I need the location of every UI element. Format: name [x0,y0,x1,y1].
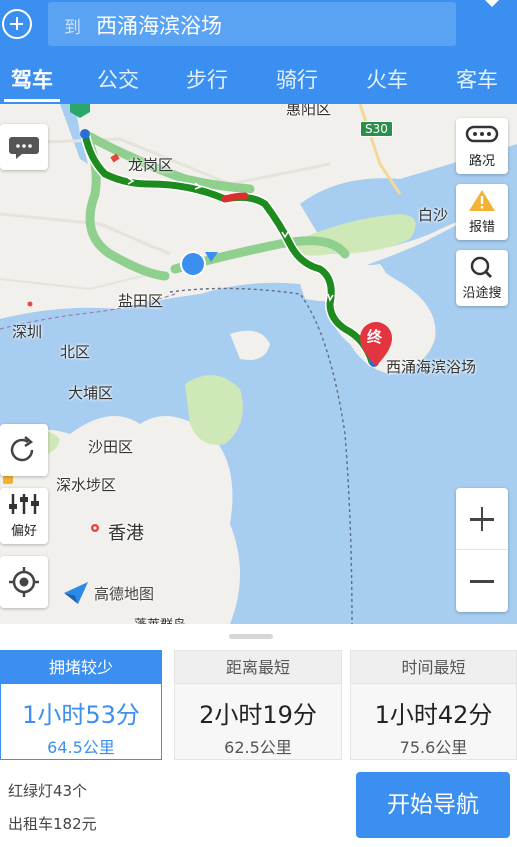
label-dapu: 大埔区 [68,384,114,402]
amap-logo-text: 高德地图 [94,585,155,603]
report-button[interactable]: 报错 [456,184,508,240]
label-bottom-cut: 蓬莱群岛 [134,614,186,624]
tab-coach[interactable]: 客车 [445,58,509,102]
label-shenzhen: 深圳 [12,323,43,341]
zoom-out-button[interactable] [456,550,508,612]
add-waypoint-icon[interactable] [2,9,32,39]
tab-walk[interactable]: 步行 [175,58,239,102]
refresh-button[interactable] [0,424,48,476]
search-along-label: 沿途搜 [462,286,502,301]
tab-bus[interactable]: 公交 [86,58,150,102]
label-yantian: 盐田区 [118,292,164,310]
message-button[interactable] [0,124,48,170]
route-panel: 拥堵较少 1小时53分 64.5公里 距离最短 2小时19分 62.5公里 时间… [0,624,517,847]
destination-prefix: 到 [64,18,81,38]
route-option-label: 距离最短 [175,651,341,684]
traffic-label: 路况 [468,154,495,169]
chat-bubble-icon [9,137,39,159]
route-option-distance: 62.5公里 [224,738,292,757]
label-shenshuibu: 深水埗区 [56,476,117,494]
end-marker-label: 终 [367,328,383,346]
zoom-in-button[interactable] [456,488,508,550]
route-option-distance: 64.5公里 [47,738,115,757]
traffic-icon [465,125,499,143]
traffic-button[interactable]: 路况 [456,118,508,174]
locate-icon [9,567,39,597]
top-bar: 到 西涌海滨浴场 驾车 公交 步行 骑行 火车 客车 [0,0,517,104]
map-view[interactable]: 龙岗区 惠阳区 盐田区 深圳 北区 大埔区 沙田区 深水埗区 香港 白沙 西涌海… [0,104,517,624]
drag-handle[interactable] [229,634,273,639]
tab-train[interactable]: 火车 [355,58,419,102]
zoom-control [456,488,508,612]
route-option-label: 时间最短 [351,651,516,684]
label-destination: 西涌海滨浴场 [386,358,477,376]
destination-field[interactable]: 到 西涌海滨浴场 [48,2,456,46]
label-longgang: 龙岗区 [128,156,174,174]
start-navigation-button[interactable]: 开始导航 [356,772,510,838]
tab-bike[interactable]: 骑行 [265,58,329,102]
label-baisha: 白沙 [418,206,449,224]
route-option-distance: 75.6公里 [399,738,468,757]
label-shatian: 沙田区 [88,438,134,456]
route-option-time: 1小时42分 [374,701,493,729]
route-option-time: 1小时53分 [22,701,140,729]
refresh-icon [10,436,34,462]
label-hongkong: 香港 [108,523,144,544]
search-along-button[interactable]: 沿途搜 [456,250,508,306]
traffic-light-count: 红绿灯43个 [8,782,88,800]
preference-button[interactable]: 偏好 [0,488,48,544]
minus-icon [470,580,494,583]
label-north: 北区 [60,343,91,361]
label-huiyang: 惠阳区 [286,104,332,118]
route-option-shortest-time[interactable]: 时间最短 1小时42分 75.6公里 [350,650,517,760]
tab-drive[interactable]: 驾车 [0,58,64,102]
highway-badge: S30 [360,121,393,137]
warning-icon [469,190,495,211]
dropdown-arrow-icon[interactable] [485,0,499,7]
taxi-fare: 出租车182元 [8,815,97,833]
amap-logo-icon [64,582,88,604]
sliders-icon [9,494,39,514]
preference-label: 偏好 [10,524,37,539]
route-option-time: 2小时19分 [199,701,317,729]
route-option-less-congestion[interactable]: 拥堵较少 1小时53分 64.5公里 [0,650,162,760]
destination-text: 西涌海滨浴场 [96,14,222,38]
report-label: 报错 [468,220,495,235]
transport-mode-tabs: 驾车 公交 步行 骑行 火车 客车 [0,58,517,102]
route-option-label: 拥堵较少 [1,651,161,684]
route-option-shortest-distance[interactable]: 距离最短 2小时19分 62.5公里 [174,650,342,760]
locate-button[interactable] [0,556,48,608]
search-icon [470,256,492,278]
